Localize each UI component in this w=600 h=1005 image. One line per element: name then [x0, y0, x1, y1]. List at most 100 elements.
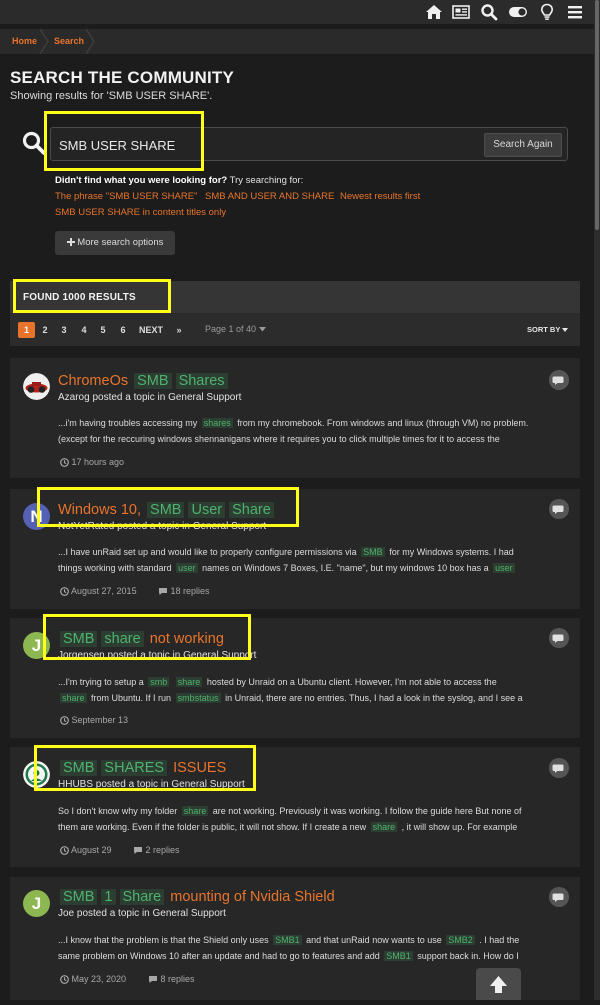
snippet-text: names on Windows 7 Boxes, I.E. "name", b…: [199, 563, 492, 573]
snippet-keyword: SMB: [361, 547, 385, 557]
snippet-keyword: SMB1: [273, 935, 302, 945]
result-snippet-line: things working with standard user names …: [58, 560, 568, 576]
result-snippet-line: ...i'm having troubles accessing my shar…: [58, 415, 568, 431]
snippet-text: from my chromebook. From windows and lin…: [234, 418, 529, 428]
page-next[interactable]: NEXT: [139, 322, 163, 338]
snippet-text: ...i'm having troubles accessing my: [58, 418, 200, 428]
caret-down-icon: [258, 327, 266, 332]
pagination-bar: [10, 313, 580, 346]
sort-by-button[interactable]: SORT BY: [527, 325, 569, 334]
snippet-keyword: share: [370, 822, 398, 832]
page-3[interactable]: 3: [58, 322, 70, 338]
breadcrumb-separator: [85, 29, 95, 54]
back-to-top-button[interactable]: [476, 968, 521, 1000]
scrollbar-thumb[interactable]: [595, 0, 599, 230]
breadcrumb-home[interactable]: Home: [12, 29, 37, 54]
snippet-text: them are working. Even if the folder is …: [58, 822, 369, 832]
snippet-keyword: share: [181, 806, 209, 816]
sort-by-label: SORT BY: [527, 325, 561, 334]
snippet-keyword: share: [175, 677, 203, 687]
search-input[interactable]: [57, 132, 481, 158]
title-keyword: SMB: [60, 760, 98, 776]
page-jump[interactable]: Page 1 of 40: [205, 324, 266, 334]
result-title[interactable]: SMB SHARES ISSUES: [58, 760, 226, 776]
clock-icon: [60, 846, 69, 856]
suggestion-prompt: Didn't find what you were looking for? T…: [55, 175, 303, 186]
search-again-button[interactable]: Search Again: [484, 133, 562, 157]
snippet-keyword: user: [176, 563, 198, 573]
bulb-icon[interactable]: [538, 3, 556, 21]
result-title[interactable]: Windows 10, SMB User Share: [58, 502, 276, 518]
avatar[interactable]: J: [23, 890, 50, 917]
title-keyword: 1: [101, 889, 116, 905]
avatar[interactable]: [23, 761, 50, 788]
snippet-text: from Ubuntu. If I run: [88, 693, 174, 703]
clock-icon: [60, 458, 69, 468]
snippet-keyword: user: [493, 563, 515, 573]
page-5[interactable]: 5: [97, 322, 109, 338]
result-meta: NotYetRated posted a topic in General Su…: [58, 521, 267, 532]
suggestion-phrase[interactable]: The phrase "SMB USER SHARE": [55, 191, 197, 202]
news-icon[interactable]: [452, 3, 470, 21]
result-title[interactable]: SMB 1 Share mounting of Nvidia Shield: [58, 889, 335, 905]
snippet-text: . I had the: [476, 935, 520, 945]
suggestion-newest[interactable]: Newest results first: [340, 191, 420, 202]
menu-icon[interactable]: [566, 3, 584, 21]
scrollbar[interactable]: [594, 0, 600, 1000]
title-keyword: share: [101, 631, 144, 647]
page-last[interactable]: »: [172, 322, 186, 338]
title-text: Windows 10,: [58, 502, 142, 518]
comment-icon: [134, 847, 142, 855]
top-bar: [0, 0, 600, 24]
suggestion-prompt-bold: Didn't find what you were looking for?: [55, 175, 228, 186]
result-title[interactable]: SMB share not working: [58, 631, 224, 647]
snippet-text: , it will show up. For example: [399, 822, 518, 832]
snippet-keyword: smb: [148, 677, 170, 687]
avatar[interactable]: J: [23, 632, 50, 659]
toggle-icon[interactable]: [508, 3, 528, 21]
home-icon[interactable]: [425, 3, 443, 21]
snippet-keyword: SMB1: [384, 951, 413, 961]
result-meta: Jorgensen posted a topic in General Supp…: [58, 650, 257, 661]
suggestion-titles-only[interactable]: SMB USER SHARE in content titles only: [55, 207, 226, 218]
avatar[interactable]: [23, 373, 50, 400]
time-text: 17 hours ago: [71, 457, 125, 467]
snippet-text: [171, 677, 174, 687]
results-count: FOUND 1000 RESULTS: [23, 292, 136, 303]
time-text: August 29: [71, 845, 112, 855]
title-text: ChromeOs: [58, 373, 129, 389]
snippet-text: same problem on Windows 10 after an upda…: [58, 951, 383, 961]
result-time: May 23, 2020: [60, 974, 126, 985]
suggestion-and[interactable]: SMB AND USER AND SHARE: [205, 191, 334, 202]
result-replies[interactable]: 18 replies: [158, 586, 210, 596]
more-search-options-button[interactable]: More search options: [55, 231, 175, 255]
plus-icon: [66, 238, 75, 247]
snippet-text: ...I have unRaid set up and would like t…: [58, 547, 360, 557]
snippet-text: for my Windows systems. I had: [386, 547, 514, 557]
page-6[interactable]: 6: [117, 322, 129, 338]
result-title[interactable]: ChromeOs SMB Shares: [58, 373, 230, 389]
search-icon[interactable]: [480, 3, 498, 21]
chat-icon: [549, 628, 569, 648]
result-snippet-line: ...I have unRaid set up and would like t…: [58, 544, 568, 560]
chat-icon: [549, 887, 569, 907]
snippet-keyword: share: [60, 693, 87, 703]
title-keyword: Share: [229, 502, 274, 518]
chat-icon: [549, 758, 569, 778]
title-keyword: Shares: [175, 373, 228, 389]
comment-icon: [149, 976, 157, 984]
result-snippet-line: same problem on Windows 10 after an upda…: [58, 948, 568, 964]
result-snippet-line: ...I know that the problem is that the S…: [58, 932, 568, 948]
result-replies[interactable]: 8 replies: [148, 974, 195, 984]
avatar[interactable]: N: [23, 503, 50, 530]
breadcrumb-search[interactable]: Search: [54, 29, 84, 54]
chat-icon: [549, 499, 569, 519]
title-keyword: User: [188, 502, 226, 518]
page-1[interactable]: 1: [18, 322, 35, 338]
arrow-up-icon: [490, 976, 507, 993]
result-replies[interactable]: 2 replies: [133, 845, 180, 855]
result-time: August 27, 2015: [60, 586, 137, 597]
page-2[interactable]: 2: [39, 322, 51, 338]
page-4[interactable]: 4: [78, 322, 90, 338]
result-snippet-line: ...I'm trying to setup a smb share hoste…: [58, 674, 568, 690]
